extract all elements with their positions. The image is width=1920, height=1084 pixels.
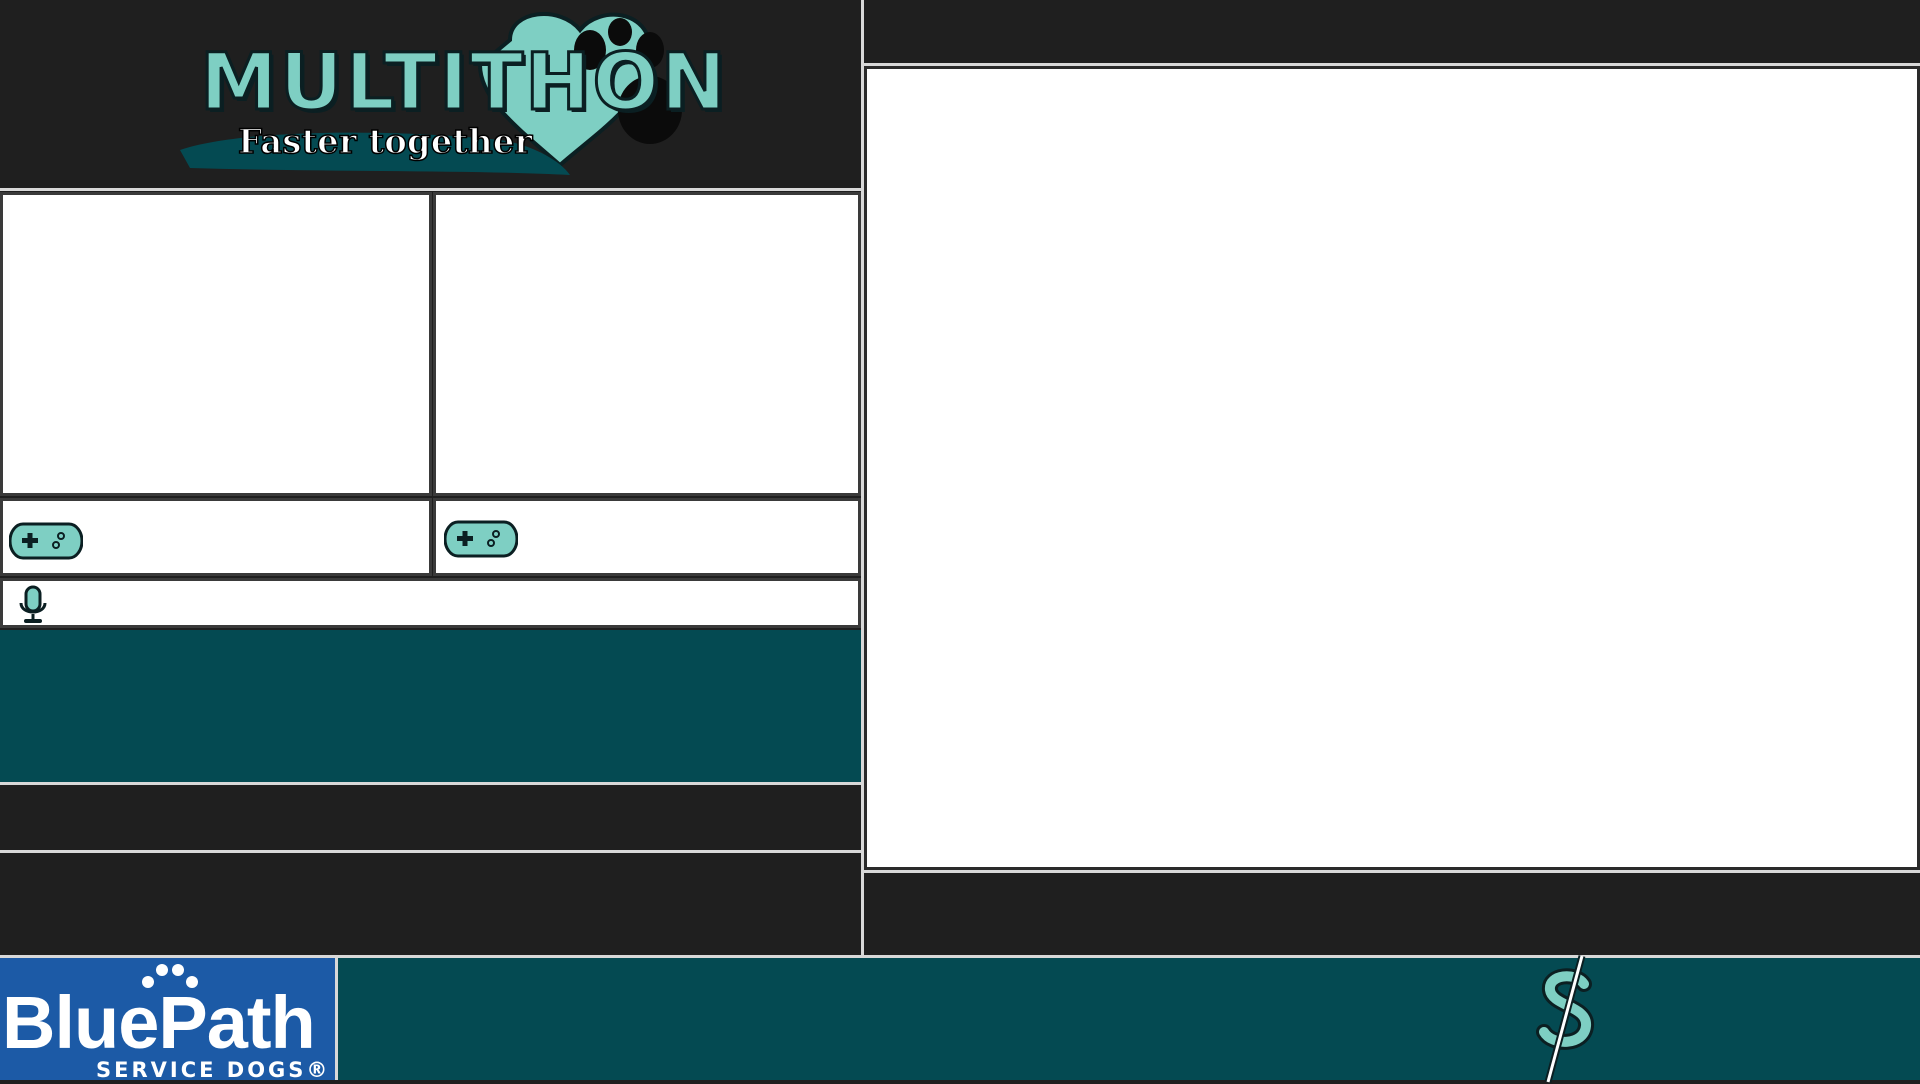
commentary-bar	[0, 578, 861, 628]
gamepad-icon	[9, 521, 83, 561]
event-logo-subtitle: Faster together	[237, 121, 533, 163]
info-panel	[0, 630, 861, 782]
logo-area: MULTITHON Faster together	[0, 0, 860, 188]
sponsor-name: BluePath	[2, 981, 316, 1064]
bottom-ticker-bar	[338, 955, 1920, 1083]
divider	[0, 782, 863, 785]
game-capture-slot	[864, 66, 1920, 870]
runner-2-name-bar	[433, 498, 861, 576]
dollar-sign-icon	[1526, 954, 1606, 1084]
runner-2-camera-slot	[433, 192, 861, 496]
microphone-icon	[15, 585, 51, 625]
sponsor-tagline: SERVICE DOGS®	[96, 1058, 331, 1082]
runner-1-name-bar	[0, 498, 432, 576]
runner-1-camera-slot	[0, 192, 432, 496]
divider	[864, 870, 1920, 873]
gamepad-icon	[444, 519, 518, 559]
event-logo-title: MULTITHON	[198, 37, 729, 130]
divider	[0, 850, 863, 853]
divider	[0, 188, 863, 191]
sponsor-logo: BluePath SERVICE DOGS®	[0, 958, 338, 1082]
